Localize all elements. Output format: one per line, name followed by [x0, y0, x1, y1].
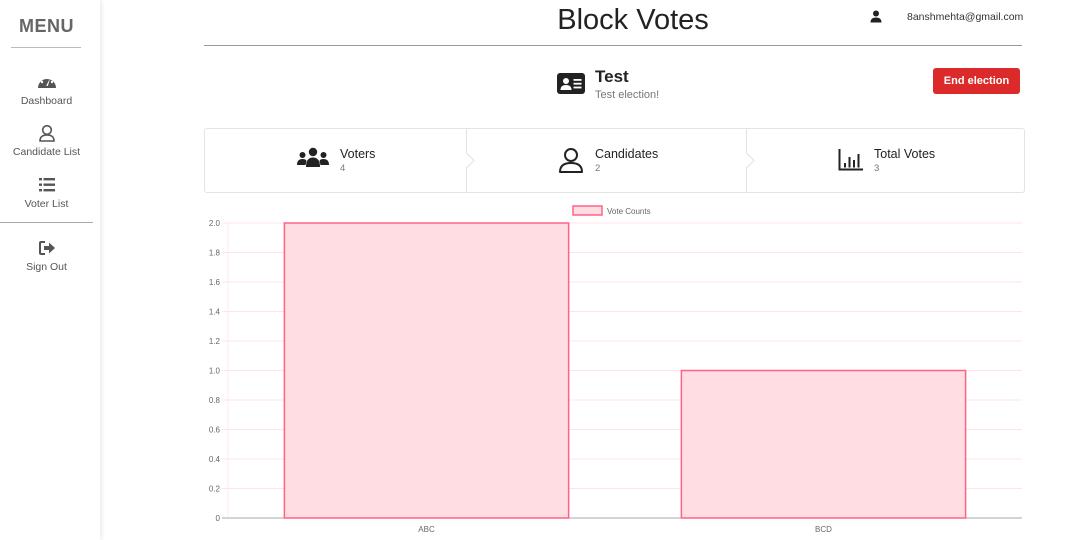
- y-tick-label: 1.4: [209, 308, 221, 317]
- menu-title: MENU: [19, 16, 74, 36]
- user-outline-icon: [559, 148, 583, 173]
- stat-value: 3: [874, 163, 880, 174]
- election-description: Test election!: [595, 89, 660, 101]
- sidebar-item-label: Sign Out: [26, 261, 67, 273]
- y-tick-label: 0.4: [209, 455, 221, 464]
- sidebar-item-candidate-list[interactable]: Candidate List: [0, 124, 93, 158]
- stat-voters: Voters 4: [205, 129, 467, 192]
- stat-candidates: Candidates 2: [467, 129, 747, 192]
- y-tick-label: 2.0: [209, 219, 221, 228]
- sign-out-icon: [38, 241, 55, 255]
- y-tick-label: 0.2: [209, 485, 221, 494]
- legend-label: Vote Counts: [607, 207, 651, 216]
- list-icon: [38, 178, 55, 192]
- users-icon: [297, 147, 329, 167]
- y-tick-label: 1.2: [209, 337, 221, 346]
- bar-bcd: [680, 369, 967, 519]
- y-tick-label: 1.8: [209, 249, 221, 258]
- election-name: Test: [595, 67, 629, 86]
- sidebar-item-label: Voter List: [24, 198, 69, 210]
- sidebar: MENU Dashboard Candidate List Voter List: [0, 0, 100, 540]
- y-tick-label: 0.8: [209, 396, 221, 405]
- bar-chart-icon: [838, 149, 863, 171]
- y-tick-label: 1.0: [209, 367, 221, 376]
- x-tick-label: ABC: [418, 525, 435, 534]
- stats-bar: Voters 4 Candidates 2 Total Votes 3: [204, 128, 1025, 193]
- y-tick-label: 1.6: [209, 278, 221, 287]
- id-card-icon: [557, 73, 585, 94]
- user-icon[interactable]: [870, 10, 882, 23]
- stat-label: Candidates: [595, 147, 659, 161]
- stat-label: Total Votes: [874, 147, 936, 161]
- stat-value: 2: [595, 163, 601, 174]
- sidebar-item-label: Candidate List: [12, 146, 81, 158]
- stat-total-votes: Total Votes 3: [747, 129, 1025, 192]
- sidebar-item-label: Dashboard: [20, 95, 73, 107]
- dashboard-gauge-icon: [37, 75, 56, 88]
- y-tick-label: 0: [216, 514, 221, 523]
- y-tick-label: 0.6: [209, 426, 221, 435]
- sidebar-item-voter-list[interactable]: Voter List: [0, 176, 93, 210]
- sidebar-item-dashboard[interactable]: Dashboard: [0, 73, 93, 107]
- header-divider: [204, 45, 1022, 46]
- sidebar-item-sign-out[interactable]: Sign Out: [0, 239, 93, 273]
- stat-label: Voters: [340, 147, 376, 161]
- end-election-button[interactable]: End election: [933, 68, 1020, 94]
- bar-abc: [283, 222, 570, 519]
- legend-swatch: [572, 205, 603, 216]
- user-email[interactable]: 8anshmehta@gmail.com: [907, 11, 1023, 23]
- sidebar-divider: [0, 222, 93, 223]
- user-outline-icon: [38, 124, 55, 142]
- page-title: Block Votes: [557, 4, 709, 36]
- vote-counts-chart: 0 0.2 0.4 0.6 0.8 1.0 1.2 1.4 1.6 1.8 2.0 ABC BCD Vot…: [209, 205, 1022, 534]
- menu-divider: [11, 47, 81, 48]
- x-tick-label: BCD: [815, 525, 832, 534]
- stat-value: 4: [340, 163, 346, 174]
